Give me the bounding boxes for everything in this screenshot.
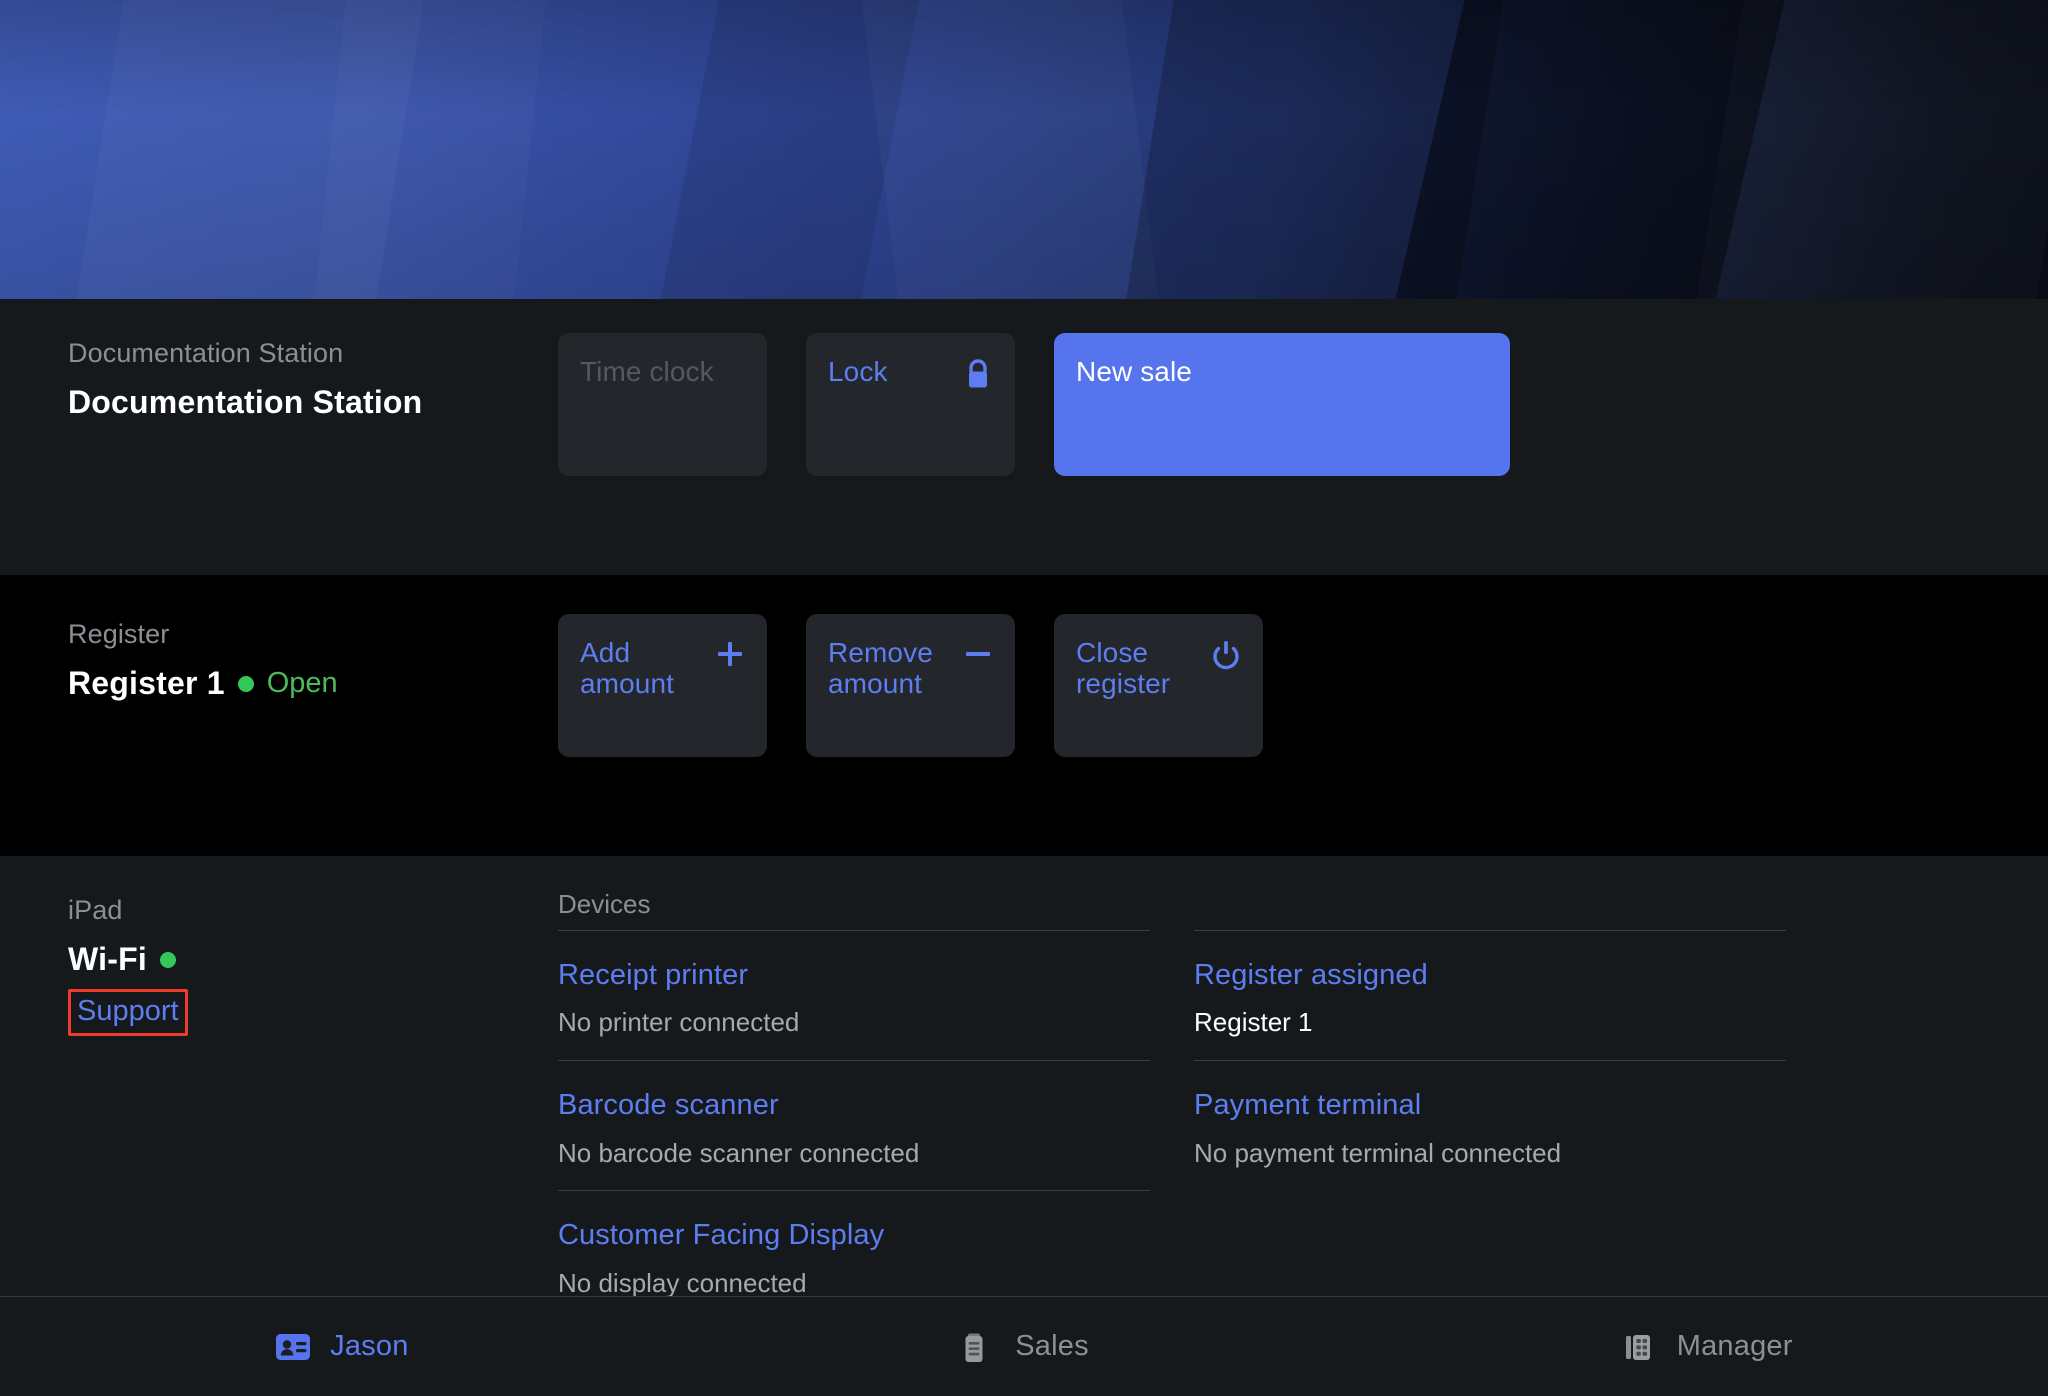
register-action-buttons: Add amount Remove amount Close register [558,614,1263,757]
devices-header: Devices [558,889,651,919]
tab-user-jason[interactable]: Jason [0,1297,683,1396]
lock-label: Lock [828,356,888,387]
time-clock-button[interactable]: Time clock [558,333,767,476]
station-action-buttons: Time clock Lock New sale [558,333,1510,476]
station-info: Documentation Station Documentation Stat… [68,333,558,421]
devices-column-right: Devices Register assigned Register 1 Pay… [1194,890,1786,1296]
device-row[interactable]: Customer Facing Display No display conne… [558,1190,1150,1296]
new-sale-label: New sale [1076,356,1192,387]
power-icon [1211,639,1241,674]
minus-icon [963,639,993,672]
remove-amount-button[interactable]: Remove amount [806,614,1015,757]
tab-manager-label: Manager [1676,1330,1793,1362]
plus-icon [715,639,745,672]
station-section: Documentation Station Documentation Stat… [0,299,2048,575]
receipt-printer-status: No printer connected [558,1007,800,1038]
hero-banner [0,0,2048,299]
ipad-info: iPad Wi-Fi Support [68,890,558,1036]
pos-station-screen: Documentation Station Documentation Stat… [0,0,2048,1396]
device-row[interactable]: Barcode scanner No barcode scanner conne… [558,1060,1150,1190]
tab-sales-label: Sales [1015,1330,1089,1362]
hero-vignette [0,0,2048,299]
time-clock-label: Time clock [580,356,714,387]
register-status-dot-icon [237,675,254,692]
receipt-printer-link[interactable]: Receipt printer [558,959,1150,992]
barcode-scanner-status: No barcode scanner connected [558,1137,920,1168]
clipboard-icon [959,1328,997,1366]
devices-grid: Devices Receipt printer No printer conne… [558,890,1980,1296]
close-register-button[interactable]: Close register [1054,614,1263,757]
register-name: Register 1 [68,665,225,702]
building-grid-icon [1621,1328,1659,1366]
station-name: Documentation Station [68,384,423,421]
payment-terminal-status: No payment terminal connected [1194,1137,1562,1168]
register-info: Register Register 1 Open [68,614,558,702]
remove-amount-label: Remove amount [828,637,933,700]
ipad-label: iPad [68,895,123,925]
wifi-label: Wi-Fi [68,941,147,978]
support-link[interactable]: Support [68,989,188,1035]
register-assigned-value: Register 1 [1194,1007,1313,1038]
lock-icon [963,358,993,393]
device-row[interactable]: Register assigned Register 1 [1194,930,1786,1060]
register-section: Register Register 1 Open Add amount Remo… [0,575,2048,856]
wifi-status-row: Wi-Fi [68,941,558,978]
register-status-badge: Open [266,667,338,700]
customer-facing-display-status: No display connected [558,1267,807,1296]
lock-button[interactable]: Lock [806,333,1015,476]
add-amount-label: Add amount [580,637,674,700]
device-row[interactable]: Payment terminal No payment terminal con… [1194,1060,1786,1190]
tab-sales[interactable]: Sales [683,1297,1366,1396]
id-badge-icon [274,1328,312,1366]
device-row[interactable]: Receipt printer No printer connected [558,930,1150,1060]
barcode-scanner-link[interactable]: Barcode scanner [558,1089,1150,1122]
support-link-wrapper: Support [68,989,188,1036]
add-amount-button[interactable]: Add amount [558,614,767,757]
customer-facing-display-link[interactable]: Customer Facing Display [558,1219,1150,1252]
devices-section: iPad Wi-Fi Support Devices Receipt print… [0,856,2048,1296]
new-sale-button[interactable]: New sale [1054,333,1510,476]
register-status-row: Register 1 Open [68,665,558,702]
payment-terminal-link[interactable]: Payment terminal [1194,1089,1786,1122]
tab-user-label: Jason [330,1330,409,1362]
bottom-tab-bar: Jason Sales Manager [0,1296,2048,1396]
register-label: Register [68,619,170,649]
wifi-status-dot-icon [159,951,176,968]
tab-manager[interactable]: Manager [1365,1297,2048,1396]
devices-column-left: Devices Receipt printer No printer conne… [558,890,1150,1296]
close-register-label: Close register [1076,637,1171,700]
register-assigned-link[interactable]: Register assigned [1194,959,1786,992]
station-label: Documentation Station [68,338,344,368]
